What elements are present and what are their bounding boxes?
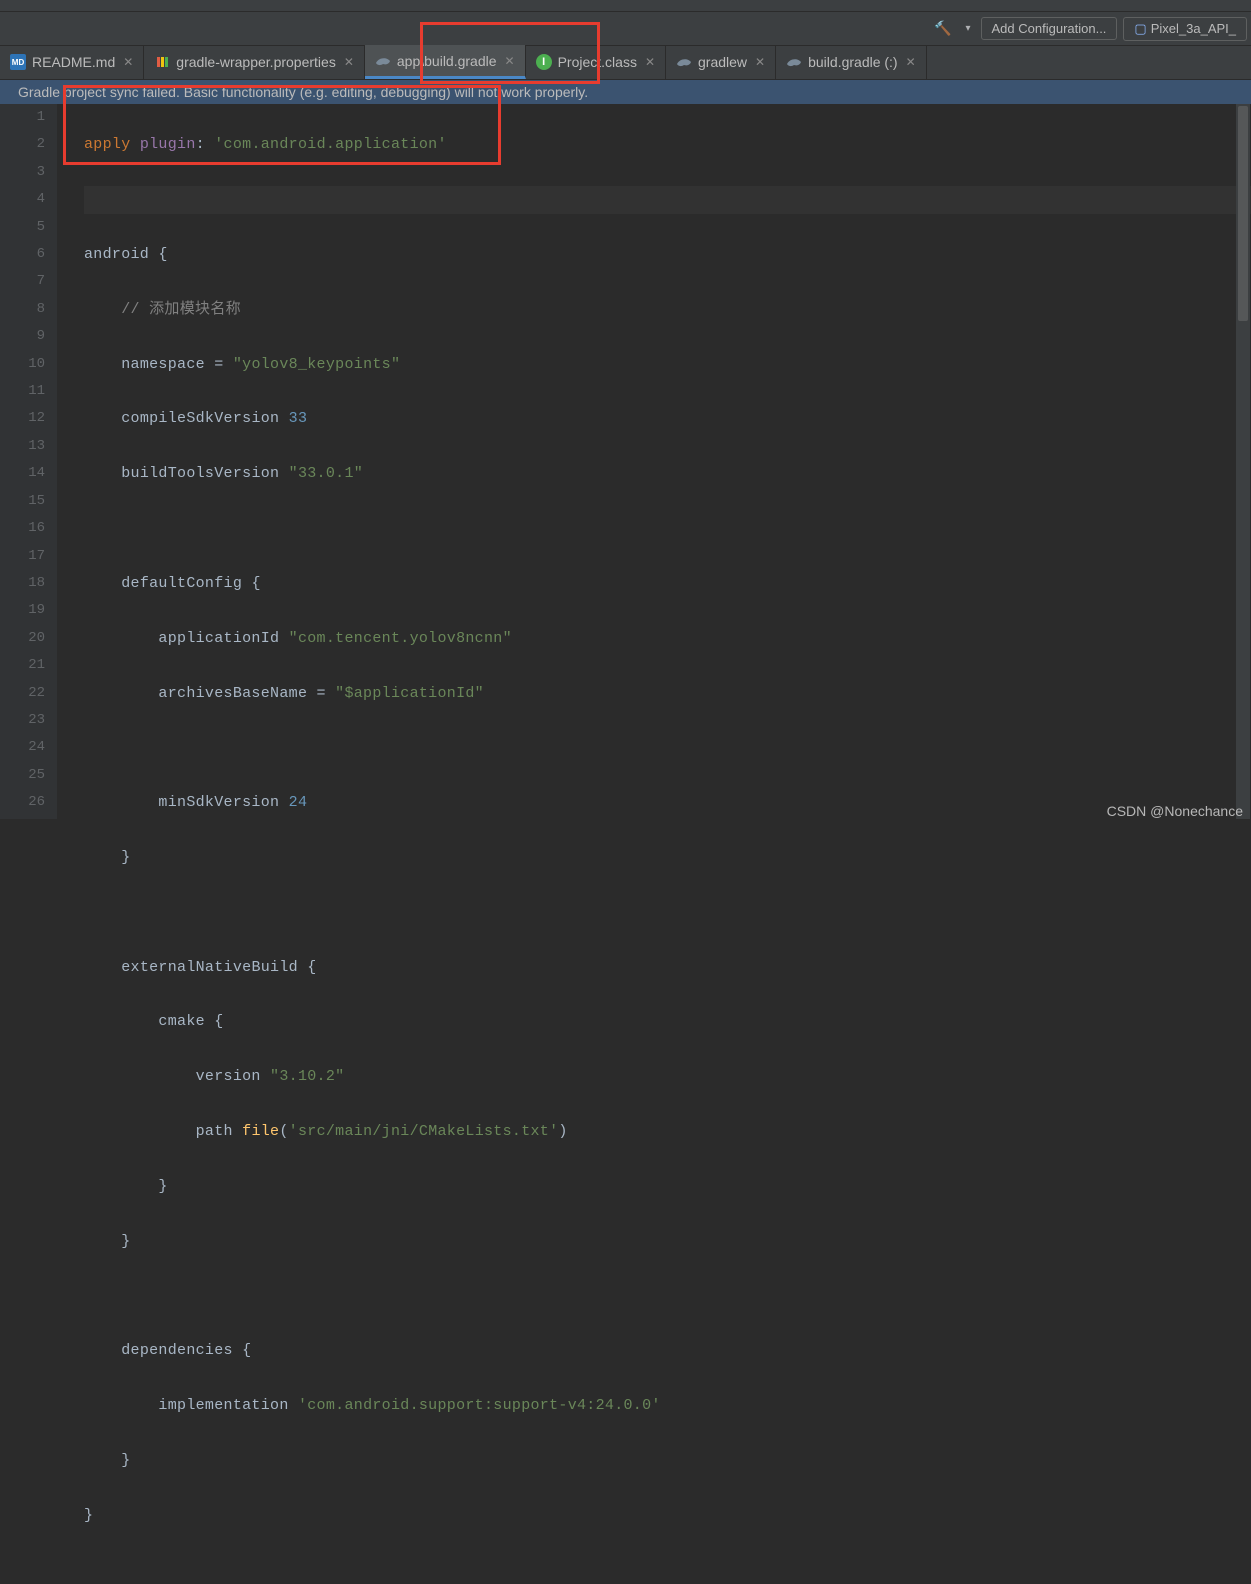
watermark: CSDN @Nonechance xyxy=(1107,803,1243,819)
java-class-icon: I xyxy=(536,54,552,70)
tab-project-class[interactable]: I Project.class ✕ xyxy=(526,45,666,79)
gradle-icon xyxy=(375,53,391,69)
tab-label: gradle-wrapper.properties xyxy=(176,54,336,70)
add-configuration-button[interactable]: Add Configuration... xyxy=(981,17,1118,40)
editor-area: 1234567891011121314151617181920212223242… xyxy=(0,104,1251,819)
device-label: Pixel_3a_API_ xyxy=(1151,21,1236,36)
status-message: Gradle project sync failed. Basic functi… xyxy=(18,84,588,100)
tab-readme[interactable]: MD README.md ✕ xyxy=(0,45,144,79)
markdown-icon: MD xyxy=(10,54,26,70)
close-icon[interactable]: ✕ xyxy=(121,55,133,69)
line-gutter: 1234567891011121314151617181920212223242… xyxy=(0,104,58,819)
scrollbar-thumb[interactable] xyxy=(1238,106,1248,321)
tab-gradle-wrapper[interactable]: gradle-wrapper.properties ✕ xyxy=(144,45,365,79)
device-selector-button[interactable]: ▢ Pixel_3a_API_ xyxy=(1123,17,1247,41)
build-icon[interactable]: 🔨 xyxy=(930,18,955,39)
gradle-icon xyxy=(676,54,692,70)
config-label: Add Configuration... xyxy=(992,21,1107,36)
code-editor[interactable]: apply plugin: 'com.android.application' … xyxy=(58,104,1251,819)
close-icon[interactable]: ✕ xyxy=(753,55,765,69)
editor-tabs: MD README.md ✕ gradle-wrapper.properties… xyxy=(0,46,1251,80)
gradle-icon xyxy=(786,54,802,70)
menu-bar-placeholder xyxy=(0,0,1251,12)
tab-build-gradle-root[interactable]: build.gradle (:) ✕ xyxy=(776,45,927,79)
tab-label: build.gradle (:) xyxy=(808,54,898,70)
properties-icon xyxy=(154,54,170,70)
vertical-scrollbar[interactable] xyxy=(1236,104,1250,819)
tab-label: Project.class xyxy=(558,54,637,70)
tab-label: README.md xyxy=(32,54,115,70)
close-icon[interactable]: ✕ xyxy=(643,55,655,69)
tab-label: app\build.gradle xyxy=(397,53,497,69)
tab-gradlew[interactable]: gradlew ✕ xyxy=(666,45,776,79)
dropdown-icon[interactable]: ▾ xyxy=(961,21,974,36)
tab-label: gradlew xyxy=(698,54,747,70)
sync-status-bar: Gradle project sync failed. Basic functi… xyxy=(0,80,1251,104)
tab-app-build-gradle[interactable]: app\build.gradle ✕ xyxy=(365,45,526,79)
close-icon[interactable]: ✕ xyxy=(342,55,354,69)
main-toolbar: 🔨 ▾ Add Configuration... ▢ Pixel_3a_API_ xyxy=(0,12,1251,46)
close-icon[interactable]: ✕ xyxy=(904,55,916,69)
close-icon[interactable]: ✕ xyxy=(503,54,515,68)
device-icon: ▢ xyxy=(1134,21,1146,37)
